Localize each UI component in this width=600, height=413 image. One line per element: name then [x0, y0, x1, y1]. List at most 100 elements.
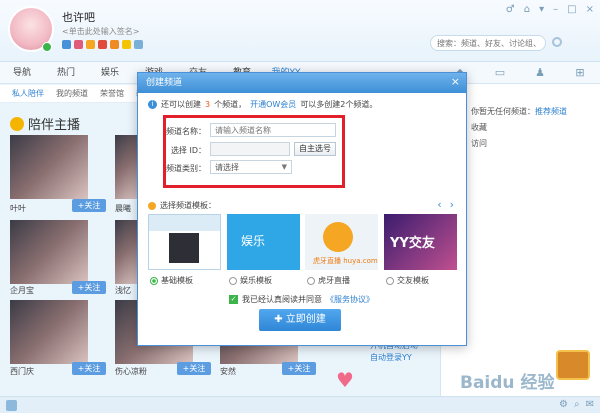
message-icon[interactable]: ✉ — [586, 399, 594, 410]
template-huya-label: 虎牙直播 — [318, 276, 350, 285]
search-footer-icon[interactable]: ⌕ — [574, 399, 580, 410]
nav-item-hot[interactable]: 热门 — [44, 62, 88, 83]
auto-select-id-button[interactable]: 自主选号 — [294, 142, 336, 156]
treasure-chest-icon[interactable] — [556, 350, 590, 380]
level-icon[interactable] — [86, 40, 95, 49]
follow-button[interactable]: +关注 — [72, 199, 106, 212]
template-title: 选择频道模板： — [148, 200, 216, 211]
template-social-art: YY交友 — [390, 236, 435, 251]
heart-icon[interactable] — [74, 40, 83, 49]
settings-icon[interactable]: ⚙ — [559, 399, 568, 410]
anchor-thumbnail[interactable] — [115, 220, 137, 284]
follow-button[interactable]: +关注 — [72, 281, 106, 294]
channel-name-label: 频道名称： — [166, 127, 206, 136]
footer-tools: ⚙ ⌕ ✉ — [559, 399, 594, 410]
footer: ⚙ ⌕ ✉ — [0, 396, 600, 413]
subnav-honor[interactable]: 荣誉馆 — [100, 85, 124, 102]
radio-icon[interactable] — [307, 276, 315, 285]
create-channel-dialog: 创建频道 × i 还可以创建 3 个频道， 开通OW会员 可以多创建2个频道。 … — [137, 72, 467, 346]
quota-mid: 个频道， — [214, 100, 247, 109]
menu-icon[interactable]: ▾ — [539, 4, 544, 15]
template-prev-icon[interactable]: ‹ — [437, 198, 441, 211]
anchor-thumbnail[interactable] — [10, 220, 88, 284]
huya-logo-icon — [323, 222, 353, 252]
close-icon[interactable]: × — [586, 4, 594, 15]
heart-icon: ♥ — [336, 368, 354, 392]
template-social-card[interactable]: YY交友 — [384, 214, 457, 270]
status-icons — [62, 40, 143, 49]
eye-icon[interactable] — [134, 40, 143, 49]
anchor-name: 叶叶 — [10, 204, 26, 213]
friends-tab-icon[interactable]: ♟ — [520, 62, 560, 83]
template-huya-art: 虎牙直播 huya.com — [313, 257, 378, 265]
anchor-thumbnail[interactable] — [10, 135, 88, 199]
quota-count: 3 — [205, 100, 211, 109]
nav-item-guide[interactable]: 导航 — [0, 62, 44, 83]
nav-item-entertainment[interactable]: 娱乐 — [88, 62, 132, 83]
anchor-name: 浅忆 — [115, 286, 131, 295]
template-social-option[interactable]: 交友模板 — [386, 275, 429, 286]
anchor-name: 晨曦 — [115, 204, 131, 213]
search-input[interactable] — [430, 35, 546, 51]
template-entertainment-art: 娱乐 — [241, 234, 266, 248]
section-title: 陪伴主播 — [10, 114, 80, 133]
username: 也许吧 — [62, 11, 95, 24]
template-nav: ‹ › — [437, 198, 454, 211]
watermark: Baidu 经验 — [460, 373, 555, 393]
template-huya-option[interactable]: 虎牙直播 — [307, 275, 350, 286]
radio-icon[interactable] — [150, 276, 158, 285]
channel-id-input[interactable] — [210, 142, 290, 156]
rp-favorites[interactable]: 收藏 — [471, 122, 487, 133]
template-social-label: 交友模板 — [397, 276, 429, 285]
gift-icon[interactable] — [110, 40, 119, 49]
template-entertainment-label: 娱乐模板 — [240, 276, 272, 285]
create-now-button[interactable]: ✚ 立即创建 — [259, 309, 341, 331]
follow-button[interactable]: +关注 — [282, 362, 316, 375]
service-agreement-link[interactable]: 《服务协议》 — [326, 294, 374, 305]
channel-name-input[interactable] — [210, 123, 336, 137]
home-icon[interactable]: ⌂ — [524, 4, 530, 15]
message-tab-icon[interactable]: ▭ — [480, 62, 520, 83]
microphone-icon — [10, 116, 24, 131]
agreement-row: ✓ 我已经认真阅读并同意 《服务协议》 — [229, 294, 374, 305]
channel-type-select[interactable]: 请选择 ▼ — [210, 160, 292, 174]
template-entertainment-card[interactable]: 娱乐 — [227, 214, 300, 270]
anchor-thumbnail[interactable] — [115, 135, 137, 199]
anchor-thumbnail[interactable] — [10, 300, 88, 364]
template-next-icon[interactable]: › — [450, 198, 454, 211]
anchor-name: 企月宝 — [10, 286, 34, 295]
template-huya-card[interactable]: 虎牙直播 huya.com — [305, 214, 378, 270]
radio-icon[interactable] — [386, 276, 394, 285]
follow-button[interactable]: +关注 — [177, 362, 211, 375]
minimize-icon[interactable]: – — [553, 4, 558, 15]
info-icon: i — [148, 100, 157, 109]
template-basic-option[interactable]: 基础模板 — [150, 275, 193, 286]
recommend-channel-link[interactable]: 推荐频道 — [535, 107, 567, 116]
template-title-text: 选择频道模板： — [160, 201, 216, 210]
app-menu-icon[interactable] — [6, 400, 17, 411]
template-entertainment-option[interactable]: 娱乐模板 — [229, 275, 272, 286]
skin-icon[interactable]: ♂ — [506, 4, 515, 15]
create-now-label: 立即创建 — [285, 314, 326, 325]
dialog-title: 创建频道 — [138, 73, 466, 93]
badge-icon[interactable] — [62, 40, 71, 49]
search-icon[interactable] — [552, 37, 562, 47]
maximize-icon[interactable]: □ — [567, 4, 576, 15]
select-id-label: 选择 ID： — [170, 146, 206, 155]
vip-icon[interactable] — [98, 40, 107, 49]
subnav-private[interactable]: 私人陪伴 — [12, 85, 44, 102]
ow-member-link[interactable]: 开通OW会员 — [250, 99, 296, 110]
subnav-my-channels[interactable]: 我的频道 — [56, 85, 88, 102]
rp-no-channel: 你暂无任何频道：推荐频道 — [471, 106, 567, 117]
medal-icon[interactable] — [122, 40, 131, 49]
agreement-checkbox[interactable]: ✓ — [229, 295, 238, 304]
section-title-text: 陪伴主播 — [28, 118, 81, 133]
signature-input[interactable]: <单击此处输入签名> — [62, 26, 139, 37]
template-basic-card[interactable] — [148, 214, 221, 270]
close-icon[interactable]: × — [451, 75, 460, 88]
radio-icon[interactable] — [229, 276, 237, 285]
apps-tab-icon[interactable]: ⊞ — [560, 62, 600, 83]
quota-prefix: 还可以创建 — [161, 100, 201, 109]
rp-visited[interactable]: 访问 — [471, 138, 487, 149]
follow-button[interactable]: +关注 — [72, 362, 106, 375]
